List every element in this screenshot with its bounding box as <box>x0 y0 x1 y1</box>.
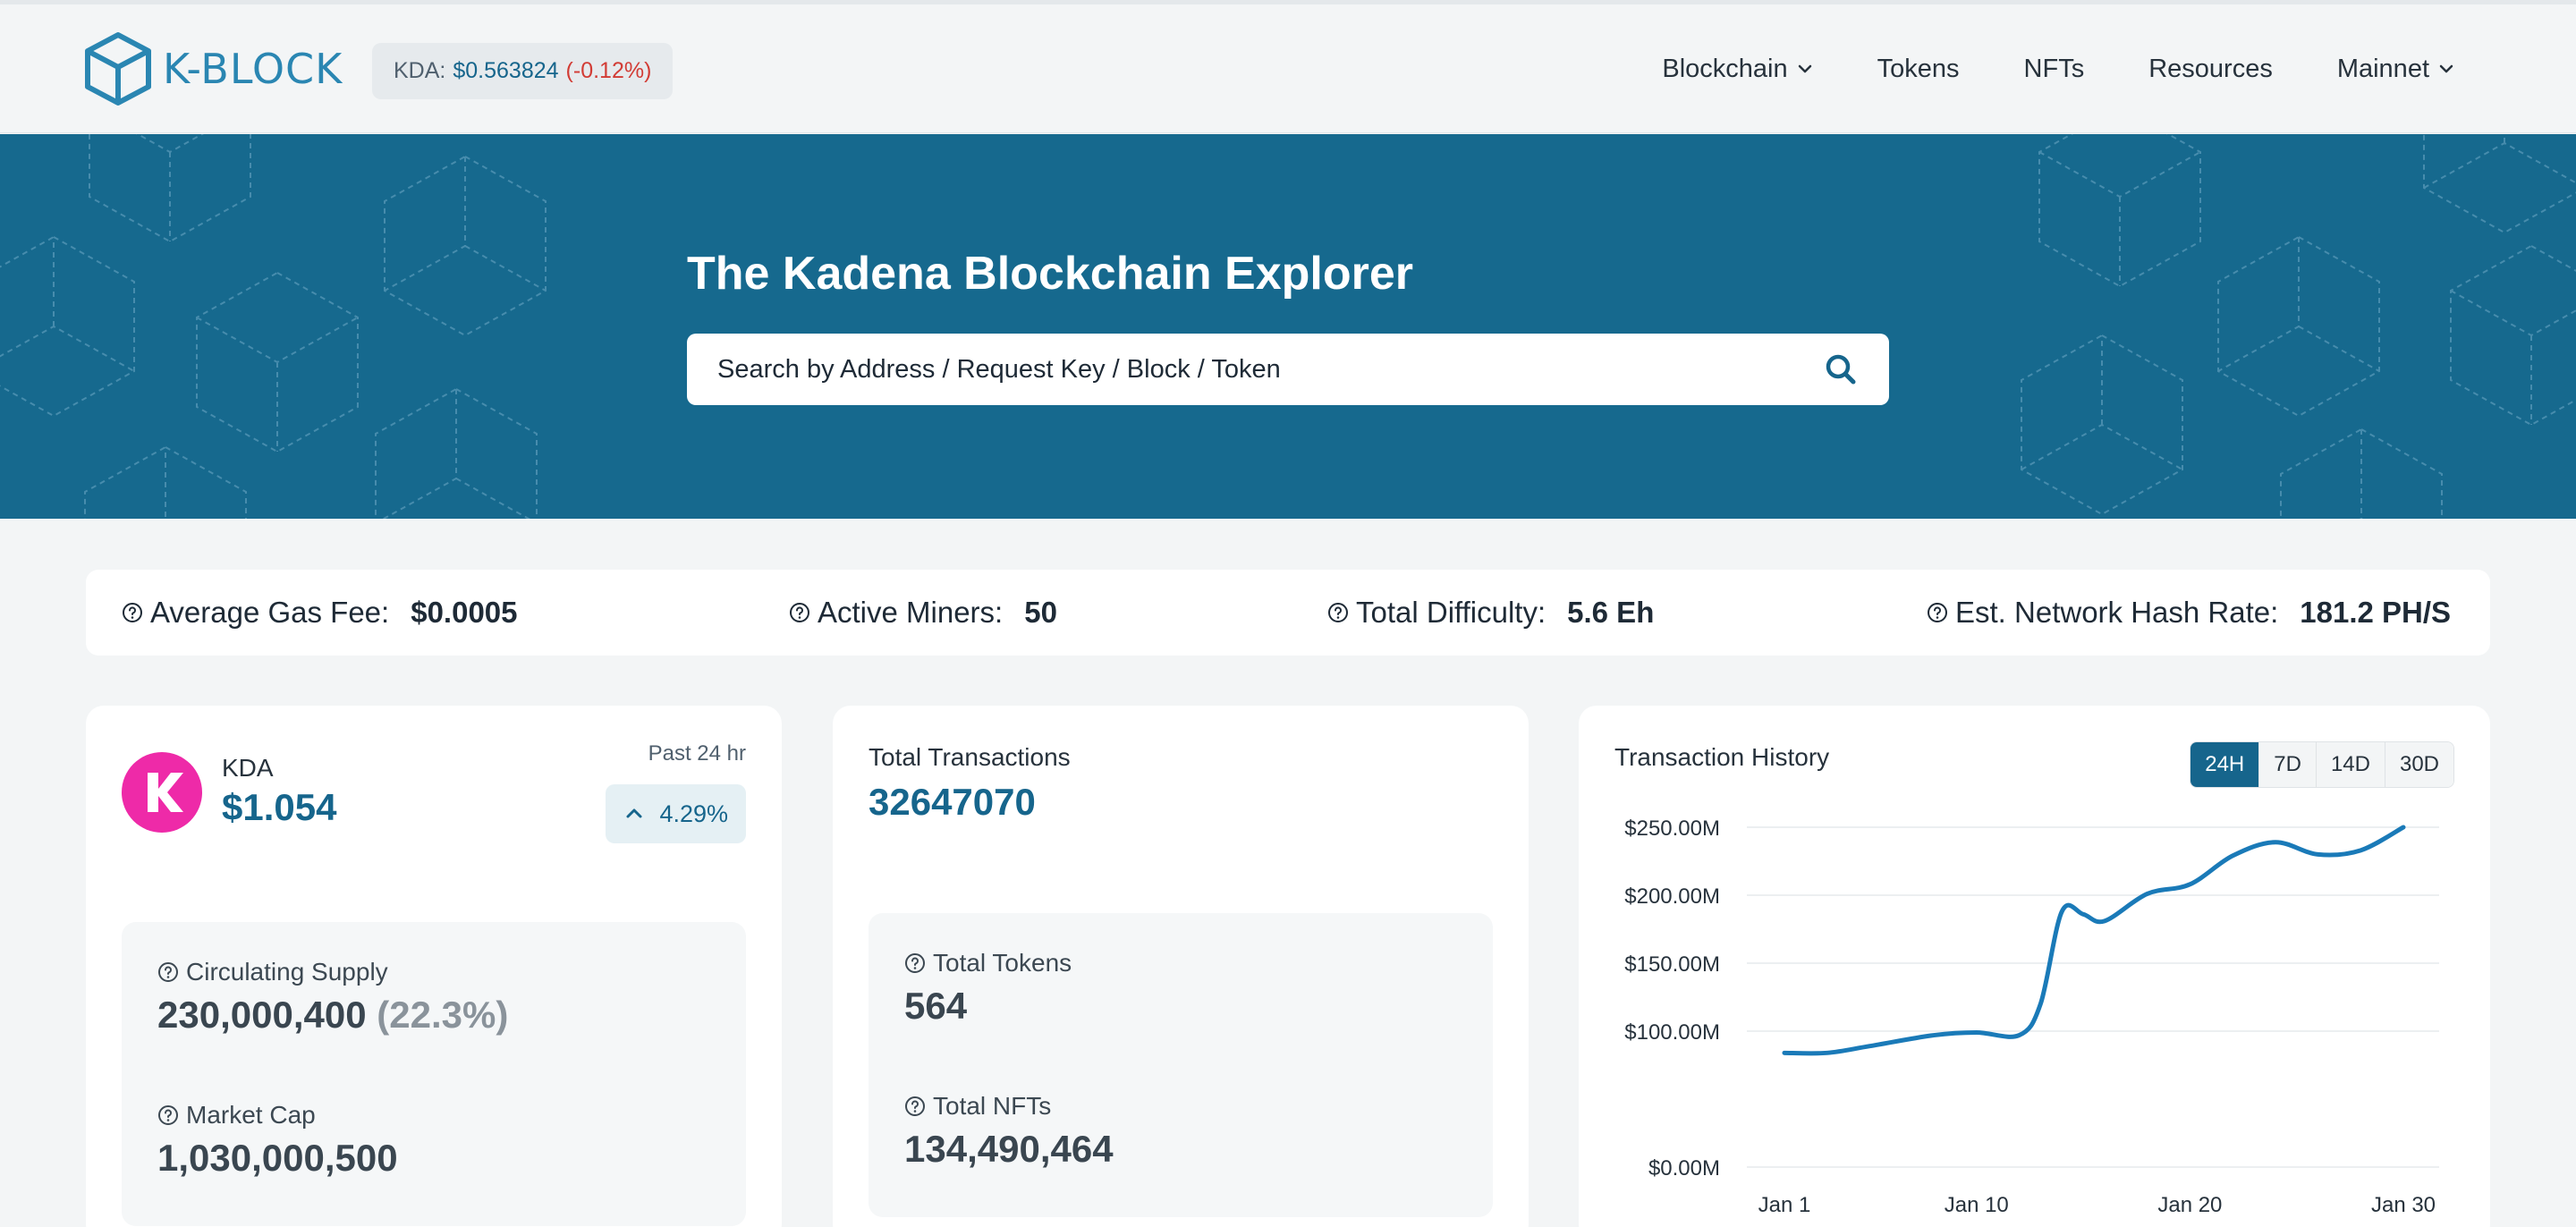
nav-tokens[interactable]: Tokens <box>1877 55 1960 84</box>
help-circle-icon[interactable] <box>157 961 179 983</box>
stat-total-difficulty: Total Difficulty: 5.6 Eh <box>1327 570 1654 656</box>
nav-nfts-label: NFTs <box>2023 54 2085 83</box>
nav-tokens-label: Tokens <box>1877 54 1960 83</box>
y-tick-label: $250.00M <box>1624 817 1720 841</box>
total-transactions-value: 32647070 <box>869 781 1036 823</box>
help-circle-icon[interactable] <box>122 602 143 623</box>
nav-blockchain-label: Blockchain <box>1662 54 1788 83</box>
label-text: Total NFTs <box>933 1092 1052 1120</box>
ticker-change: (-0.12%) <box>565 58 652 83</box>
help-circle-icon[interactable] <box>904 952 926 974</box>
nav-mainnet-label: Mainnet <box>2336 54 2429 83</box>
nav-resources-label: Resources <box>2148 54 2273 83</box>
kda-price-card: KDA $1.054 Past 24 hr 4.29% Circulating … <box>86 706 782 1227</box>
ticker-price: $0.563824 <box>453 58 559 83</box>
totals-panel: Total Tokens 564 Total NFTs 134,490,464 <box>869 913 1493 1217</box>
token-price: $1.054 <box>222 786 337 828</box>
circulating-supply-value: 230,000,400 (22.3%) <box>157 994 508 1037</box>
y-tick-label: $150.00M <box>1624 952 1720 977</box>
help-circle-icon[interactable] <box>789 602 810 623</box>
nav-resources[interactable]: Resources <box>2148 55 2273 84</box>
help-circle-icon[interactable] <box>1327 602 1349 623</box>
total-tokens-value: 564 <box>904 985 968 1027</box>
supply-amount: 230,000,400 <box>157 994 367 1036</box>
stat-active-miners: Active Miners: 50 <box>789 570 1057 656</box>
cube-logo-icon <box>85 32 151 106</box>
x-tick-label: Jan 30 <box>2371 1193 2436 1217</box>
market-cap-value: 1,030,000,500 <box>157 1137 398 1179</box>
total-tokens-label: Total Tokens <box>904 949 1072 977</box>
period-label: Past 24 hr <box>648 741 746 766</box>
label-text: Market Cap <box>186 1101 316 1129</box>
market-cap-label: Market Cap <box>157 1101 316 1130</box>
help-circle-icon[interactable] <box>157 1104 179 1126</box>
circulating-supply-label: Circulating Supply <box>157 958 388 986</box>
kadena-k-icon <box>148 773 183 812</box>
stat-label: Average Gas Fee: <box>150 596 390 629</box>
stat-value: 50 <box>1024 596 1057 629</box>
series-line <box>1782 825 2406 1056</box>
supply-percent: (22.3%) <box>377 994 509 1036</box>
transaction-history-chart: $0.00M $100.00M $150.00M $200.00M $250.00M Ja… <box>1624 817 2439 1217</box>
site-header: K-BLOCK KDA: $0.563824 (-0.12%) Blockcha… <box>0 4 2576 133</box>
stat-label: Est. Network Hash Rate: <box>1955 596 2279 629</box>
site-logo[interactable]: K-BLOCK <box>84 31 343 106</box>
price-change-value: 4.29% <box>659 800 728 827</box>
search-bar <box>687 334 1889 405</box>
stat-label: Total Difficulty: <box>1356 596 1546 629</box>
x-tick-label: Jan 1 <box>1758 1193 1811 1217</box>
label-text: Total Tokens <box>933 949 1072 977</box>
stat-value: 181.2 PH/S <box>2300 596 2452 629</box>
nav-network-mainnet[interactable]: Mainnet <box>2337 55 2454 84</box>
cube-pattern-background <box>0 134 2576 519</box>
logo-text: K-BLOCK <box>163 45 343 93</box>
network-stats-bar: Average Gas Fee: $0.0005 Active Miners: … <box>86 570 2490 656</box>
total-nfts-label: Total NFTs <box>904 1092 1051 1121</box>
price-change-badge: 4.29% <box>606 784 746 843</box>
supply-panel: Circulating Supply 230,000,400 (22.3%) M… <box>122 922 746 1226</box>
ticker-label: KDA: <box>394 58 446 83</box>
kda-token-icon <box>122 752 202 833</box>
stat-average-gas-fee: Average Gas Fee: $0.0005 <box>122 570 518 656</box>
token-name: KDA <box>222 754 274 782</box>
chevron-down-icon <box>1798 64 1811 73</box>
chevron-up-icon <box>626 808 642 818</box>
total-nfts-value: 134,490,464 <box>904 1128 1114 1170</box>
search-input[interactable] <box>717 354 1823 385</box>
x-tick-label: Jan 10 <box>1945 1193 2009 1217</box>
totals-card: Total Transactions 32647070 Total Tokens… <box>833 706 1529 1227</box>
search-icon[interactable] <box>1823 351 1859 387</box>
total-transactions-label: Total Transactions <box>869 743 1071 771</box>
stat-value: $0.0005 <box>411 596 518 629</box>
hero-banner: The Kadena Blockchain Explorer <box>0 134 2576 519</box>
help-circle-icon[interactable] <box>904 1096 926 1117</box>
stat-value: 5.6 Eh <box>1567 596 1655 629</box>
nav-nfts[interactable]: NFTs <box>2024 55 2085 84</box>
transaction-history-card: Transaction History 24H 7D 14D 30D $0.00… <box>1579 706 2490 1227</box>
x-tick-label: Jan 20 <box>2157 1193 2222 1217</box>
nav-blockchain[interactable]: Blockchain <box>1662 55 1812 84</box>
stat-label: Active Miners: <box>818 596 1004 629</box>
y-tick-label: $0.00M <box>1648 1156 1720 1180</box>
main-nav: Blockchain Tokens NFTs Resources Mainnet <box>1597 4 2454 133</box>
hero-title: The Kadena Blockchain Explorer <box>687 248 1414 300</box>
kda-price-ticker: KDA: $0.563824 (-0.12%) <box>372 43 674 99</box>
label-text: Circulating Supply <box>186 958 388 986</box>
chevron-down-icon <box>2439 64 2453 73</box>
help-circle-icon[interactable] <box>1927 602 1948 623</box>
y-tick-label: $200.00M <box>1624 884 1720 909</box>
y-tick-label: $100.00M <box>1624 1020 1720 1045</box>
stat-network-hash-rate: Est. Network Hash Rate: 181.2 PH/S <box>1927 570 2451 656</box>
